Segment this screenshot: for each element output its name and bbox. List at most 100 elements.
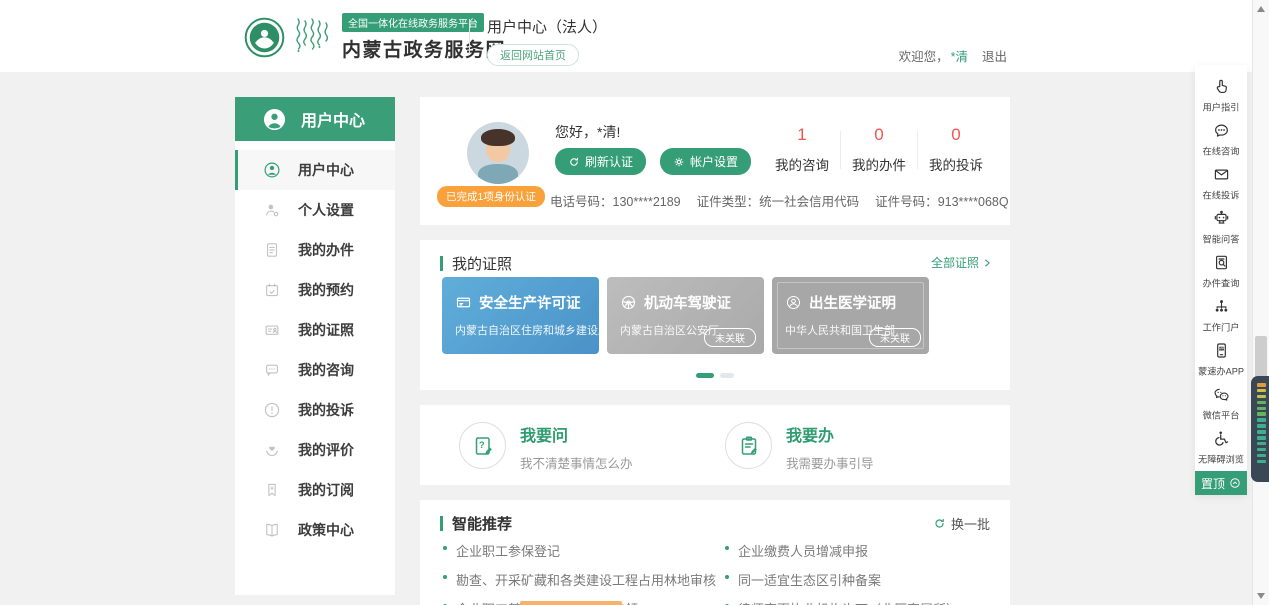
- floating-toolbar: 用户指引 在线咨询 在线投诉 智能问答 办件查询 工作门户 APP 蒙速办APP: [1195, 65, 1247, 495]
- user-circle-icon: [263, 108, 286, 131]
- username: *清: [951, 46, 968, 65]
- toolbar-wechat-platform[interactable]: 微信平台: [1195, 381, 1247, 425]
- unlinked-badge: 未关联: [869, 328, 921, 347]
- book-icon: [263, 521, 281, 539]
- sidebar-item-label: 我的评价: [298, 440, 354, 460]
- recommendations-panel: 智能推荐 换一批 企业职工参保登记 企业缴费人员增减申报 勘查、开采矿藏和各类建…: [420, 500, 1010, 605]
- sidebar-item-user-center[interactable]: 用户中心: [235, 150, 395, 190]
- action-text: 我要问 我不清楚事情怎么办: [520, 422, 633, 472]
- toolbar-user-guide[interactable]: 用户指引: [1195, 73, 1247, 117]
- emblem-icon: [785, 294, 802, 311]
- sidebar-item-my-subscriptions[interactable]: 我的订阅: [235, 470, 395, 510]
- hand-pointer-icon: [1212, 77, 1231, 96]
- profile-info-row: 电话号码：130****2189 证件类型：统一社会信用代码 证件号码：913*…: [550, 191, 1009, 210]
- toolbar-case-query[interactable]: 办件查询: [1195, 249, 1247, 293]
- certificates-header: 我的证照: [440, 253, 512, 274]
- sidebar-item-my-complaints[interactable]: 我的投诉: [235, 390, 395, 430]
- sidebar-item-my-appointments[interactable]: 我的预约: [235, 270, 395, 310]
- certificate-card-safety-license[interactable]: 安全生产许可证 内蒙古自治区住房和城乡建设厅: [442, 277, 599, 354]
- cert-no-info: 证件号码：913****068Q: [875, 191, 1008, 210]
- wechat-icon: [1212, 385, 1231, 404]
- id-card-icon: [263, 321, 281, 339]
- recommendation-link[interactable]: 企业缴费人员增减申报: [725, 541, 1003, 570]
- logout-link[interactable]: 退出: [982, 46, 1007, 65]
- sidebar-item-my-cases[interactable]: 我的办件: [235, 230, 395, 270]
- toolbar-smart-qa[interactable]: 智能问答: [1195, 205, 1247, 249]
- person-gear-icon: [263, 201, 281, 219]
- scroll-up-arrow-icon[interactable]: [1257, 6, 1265, 12]
- user-circle-icon: [263, 161, 281, 179]
- partial-element-strip: [520, 601, 622, 605]
- recommendation-link[interactable]: 企业职工参保登记: [443, 541, 721, 570]
- profile-stats: 1 我的咨询 0 我的办件 0 我的投诉: [764, 125, 994, 174]
- view-all-certificates-link[interactable]: 全部证照: [931, 254, 992, 271]
- back-to-top-button[interactable]: 置顶: [1195, 471, 1247, 495]
- sidebar-item-my-consultations[interactable]: 我的咨询: [235, 350, 395, 390]
- accessibility-icon: [1212, 429, 1231, 448]
- action-text: 我要办 我需要办事引导: [786, 422, 874, 472]
- account-settings-button[interactable]: 帐户设置: [660, 148, 751, 175]
- stat-my-consultations[interactable]: 1 我的咨询: [764, 125, 840, 174]
- profile-panel: 已完成1项身份认证 您好，*清! 刷新认证 帐户设置 电话号码：130****2…: [420, 97, 1010, 225]
- certificate-card-drivers-license[interactable]: 机动车驾驶证 内蒙古自治区公安厅 未关联: [607, 277, 764, 354]
- doc-search-icon: [1212, 253, 1231, 272]
- sidebar-item-my-certificates[interactable]: 我的证照: [235, 310, 395, 350]
- toolbar-label: 蒙速办APP: [1198, 363, 1244, 377]
- toolbar-mengsuban-app[interactable]: APP 蒙速办APP: [1195, 337, 1247, 381]
- toolbar-accessibility[interactable]: 无障碍浏览: [1195, 425, 1247, 469]
- sidebar-item-label: 政策中心: [298, 520, 354, 540]
- top-header: 全国一体化在线政务服务平台 内蒙古政务服务网 用户中心（法人） 返回网站首页 欢…: [0, 0, 1269, 72]
- site-brand: 全国一体化在线政务服务平台 内蒙古政务服务网: [243, 13, 506, 62]
- unlinked-badge: 未关联: [704, 328, 756, 347]
- recommendation-link[interactable]: 同一适宜生态区引种备案: [725, 570, 1003, 599]
- carousel-dot-active[interactable]: [696, 373, 714, 378]
- welcome-text: 欢迎您，: [899, 46, 949, 65]
- sidebar-item-personal-settings[interactable]: 个人设置: [235, 190, 395, 230]
- certificate-issuer: 内蒙古自治区住房和城乡建设厅: [455, 322, 599, 338]
- action-i-want-to-handle[interactable]: 我要办 我需要办事引导: [725, 422, 874, 472]
- site-name: 内蒙古政务服务网: [342, 35, 506, 62]
- carousel-dot[interactable]: [720, 373, 734, 378]
- sitemap-icon: [1212, 297, 1231, 316]
- header-divider: [469, 19, 470, 54]
- sidebar-title: 用户中心: [301, 107, 365, 131]
- sidebar-item-policy-center[interactable]: 政策中心: [235, 510, 395, 550]
- sidebar-item-label: 我的证照: [298, 320, 354, 340]
- bookmark-icon: [263, 481, 281, 499]
- toolbar-label: 在线咨询: [1203, 143, 1240, 157]
- toolbar-label: 无障碍浏览: [1198, 451, 1244, 465]
- cert-type-info: 证件类型：统一社会信用代码: [697, 191, 860, 210]
- sidebar-item-label: 我的预约: [298, 280, 354, 300]
- toolbar-work-portal[interactable]: 工作门户: [1195, 293, 1247, 337]
- gear-icon: [673, 156, 685, 168]
- toolbar-label: 在线投诉: [1203, 187, 1240, 201]
- question-doc-icon: ?: [459, 422, 506, 469]
- certificate-cards: 安全生产许可证 内蒙古自治区住房和城乡建设厅 机动车驾驶证 内蒙古自治区公安厅 …: [442, 277, 929, 354]
- back-home-button[interactable]: 返回网站首页: [487, 44, 579, 66]
- stat-my-complaints[interactable]: 0 我的投诉: [918, 125, 994, 174]
- mongolian-script-icon: [291, 16, 335, 60]
- recommendation-link[interactable]: 律师变更执业机构许可（非厅直属所）: [725, 599, 1003, 605]
- sidebar-item-label: 我的办件: [298, 240, 354, 260]
- action-subtitle: 我不清楚事情怎么办: [520, 453, 633, 472]
- toolbar-label: 微信平台: [1203, 407, 1240, 421]
- certificate-card-birth-certificate[interactable]: 出生医学证明 中华人民共和国卫生部 未关联: [772, 277, 929, 354]
- toolbar-label: 办件查询: [1203, 275, 1240, 289]
- user-center-page: 全国一体化在线政务服务平台 内蒙古政务服务网 用户中心（法人） 返回网站首页 欢…: [0, 0, 1269, 605]
- section-accent-bar: [440, 256, 443, 271]
- action-i-want-to-ask[interactable]: ? 我要问 我不清楚事情怎么办: [459, 422, 633, 472]
- certificate-name: 出生医学证明: [785, 292, 929, 313]
- refresh-batch-button[interactable]: 换一批: [933, 514, 990, 533]
- recommendation-link[interactable]: 勘查、开采矿藏和各类建设工程占用林地审核: [443, 570, 721, 599]
- greeting-text: 您好，*清!: [555, 122, 620, 142]
- scroll-down-arrow-icon[interactable]: [1257, 593, 1265, 599]
- sidebar-item-my-reviews[interactable]: 我的评价: [235, 430, 395, 470]
- toolbar-online-complaint[interactable]: 在线投诉: [1195, 161, 1247, 205]
- profile-buttons: 刷新认证 帐户设置: [555, 148, 751, 175]
- page-scrollbar[interactable]: [1252, 0, 1269, 605]
- stat-my-cases[interactable]: 0 我的办件: [841, 125, 917, 174]
- refresh-auth-button[interactable]: 刷新认证: [555, 148, 646, 175]
- bullet-dot: [443, 575, 447, 579]
- toolbar-online-consult[interactable]: 在线咨询: [1195, 117, 1247, 161]
- exclamation-circle-icon: [263, 401, 281, 419]
